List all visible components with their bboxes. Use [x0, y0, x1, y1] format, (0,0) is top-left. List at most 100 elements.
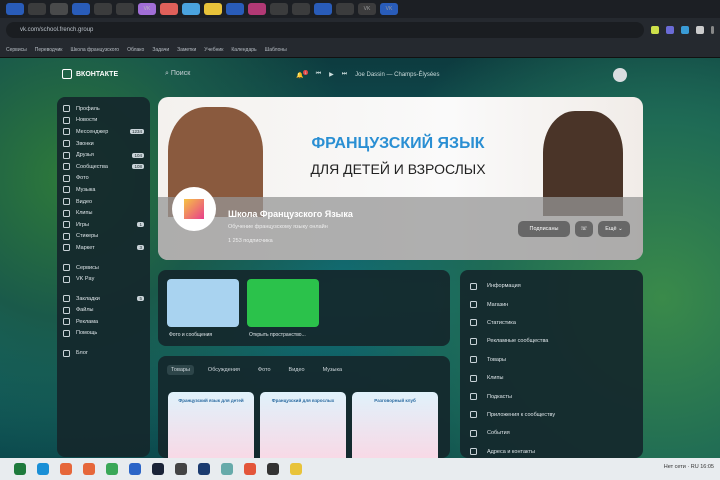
bookmark-item[interactable]: Школа французского [70, 47, 119, 53]
bookmark-item[interactable]: Переводчик [35, 47, 63, 53]
call-button[interactable]: ☏ [575, 221, 593, 237]
sidebar-footer-link[interactable]: Блог [63, 347, 144, 359]
browser-tab[interactable] [160, 3, 178, 15]
browser-tab[interactable]: VK [138, 3, 156, 15]
browser-tab[interactable] [116, 3, 134, 15]
card-1[interactable] [247, 279, 319, 327]
url-input[interactable]: vk.com/school.french.group [6, 22, 644, 38]
right-menu-item[interactable]: Магазин [470, 295, 633, 313]
vk-logo[interactable]: ВКОНТАКТЕ [62, 69, 118, 79]
bookmark-item[interactable]: Задачи [152, 47, 169, 53]
sidebar-item[interactable]: Закладки 5 [63, 293, 144, 305]
bookmark-item[interactable]: Сервисы [6, 47, 27, 53]
sidebar-item[interactable]: Помощь [63, 328, 144, 340]
taskbar-app-icon[interactable] [37, 463, 49, 475]
sidebar-item[interactable]: VK Pay [63, 273, 144, 285]
browser-tab[interactable]: VK [380, 3, 398, 15]
browser-tab[interactable] [292, 3, 310, 15]
sidebar-item[interactable]: Маркет 3 [63, 242, 144, 254]
browser-tab[interactable] [314, 3, 332, 15]
right-menu-item[interactable]: Рекламные сообщества [470, 332, 633, 350]
tab-0[interactable]: Товары [167, 365, 194, 375]
sidebar-item[interactable]: Игры 1 [63, 219, 144, 231]
card-0[interactable] [167, 279, 239, 327]
taskbar-app-icon[interactable] [244, 463, 256, 475]
sidebar-item[interactable]: Реклама [63, 316, 144, 328]
browser-tab[interactable] [182, 3, 200, 15]
sidebar-item[interactable]: Звонки [63, 138, 144, 150]
browser-tab[interactable] [248, 3, 266, 15]
sidebar-item[interactable]: Мессенджер 1234 [63, 126, 144, 138]
taskbar-app-icon[interactable] [129, 463, 141, 475]
card-label[interactable]: Фото и сообщения [169, 332, 212, 338]
taskbar-app-icon[interactable] [106, 463, 118, 475]
browser-tab[interactable] [94, 3, 112, 15]
right-menu-item[interactable]: Товары [470, 351, 633, 369]
prev-icon[interactable]: ⏮ [316, 71, 321, 78]
user-avatar[interactable] [613, 68, 627, 82]
tab-2[interactable]: Фото [254, 365, 275, 375]
search-input[interactable]: ⌕ Поиск [165, 70, 190, 78]
taskbar-app-icon[interactable] [267, 463, 279, 475]
taskbar-app-icon[interactable] [198, 463, 210, 475]
sidebar-item[interactable]: Сервисы [63, 262, 144, 274]
card-label[interactable]: Открыть пространство... [249, 332, 306, 338]
bookmark-item[interactable]: Облако [127, 47, 144, 53]
browser-tab[interactable] [270, 3, 288, 15]
sidebar-item[interactable]: Новости [63, 115, 144, 127]
browser-tab[interactable] [6, 3, 24, 15]
sidebar-item[interactable]: Стикеры [63, 231, 144, 243]
subscribed-button[interactable]: Подписаны [518, 221, 570, 237]
sidebar-item[interactable]: Музыка [63, 184, 144, 196]
sidebar-item[interactable]: Профиль [63, 103, 144, 115]
profile-icon[interactable] [696, 26, 704, 34]
product-card[interactable]: Разговорный клуб [352, 392, 438, 458]
sidebar-item[interactable]: Сообщества 108 [63, 161, 144, 173]
tab-3[interactable]: Видео [285, 365, 309, 375]
bookmark-item[interactable]: Заметки [177, 47, 196, 53]
browser-tab[interactable] [336, 3, 354, 15]
tab-1[interactable]: Обсуждения [204, 365, 244, 375]
right-menu-item[interactable]: Статистика [470, 314, 633, 332]
taskbar-app-icon[interactable] [175, 463, 187, 475]
taskbar-app-icon[interactable] [83, 463, 95, 475]
menu-icon[interactable] [711, 26, 714, 34]
sidebar-item[interactable]: Клипы [63, 207, 144, 219]
now-playing[interactable]: Joe Dassin — Champs-Élysées [355, 72, 439, 78]
right-menu-item[interactable]: Подкасты [470, 387, 633, 405]
sidebar-item[interactable]: Фото [63, 173, 144, 185]
browser-tab[interactable] [204, 3, 222, 15]
extension-icon[interactable] [681, 26, 689, 34]
play-icon[interactable]: ▶ [329, 71, 334, 78]
browser-tab[interactable]: VK [358, 3, 376, 15]
taskbar-app-icon[interactable] [290, 463, 302, 475]
taskbar-app-icon[interactable] [14, 463, 26, 475]
browser-tab[interactable] [226, 3, 244, 15]
extension-icon[interactable] [666, 26, 674, 34]
extension-icon[interactable] [651, 26, 659, 34]
taskbar-app-icon[interactable] [221, 463, 233, 475]
browser-tab[interactable] [50, 3, 68, 15]
sidebar-item[interactable]: Друзья 104 [63, 149, 144, 161]
more-button[interactable]: Ещё ⌄ [598, 221, 630, 237]
next-icon[interactable]: ⏭ [342, 71, 347, 78]
sidebar-item[interactable]: Файлы [63, 305, 144, 317]
right-menu-item[interactable]: Клипы [470, 369, 633, 387]
notifications-icon[interactable]: 🔔1 [296, 70, 308, 79]
product-card[interactable]: Французский для взрослых [260, 392, 346, 458]
right-menu-item[interactable]: События [470, 424, 633, 442]
browser-tab[interactable] [28, 3, 46, 15]
tab-4[interactable]: Музыка [319, 365, 346, 375]
right-menu-item[interactable]: Приложения к сообществу [470, 406, 633, 424]
bookmark-item[interactable]: Учебник [204, 47, 223, 53]
group-members[interactable]: 1 253 подписчика [228, 238, 273, 244]
bookmark-item[interactable]: Календарь [231, 47, 256, 53]
browser-tab[interactable] [72, 3, 90, 15]
taskbar-app-icon[interactable] [60, 463, 72, 475]
product-card[interactable]: Французский язык для детей [168, 392, 254, 458]
system-tray[interactable]: Нет сети · RU 16:05 [664, 464, 714, 470]
taskbar-app-icon[interactable] [152, 463, 164, 475]
group-avatar[interactable] [172, 187, 216, 231]
bookmark-item[interactable]: Шаблоны [265, 47, 287, 53]
sidebar-item[interactable]: Видео [63, 196, 144, 208]
